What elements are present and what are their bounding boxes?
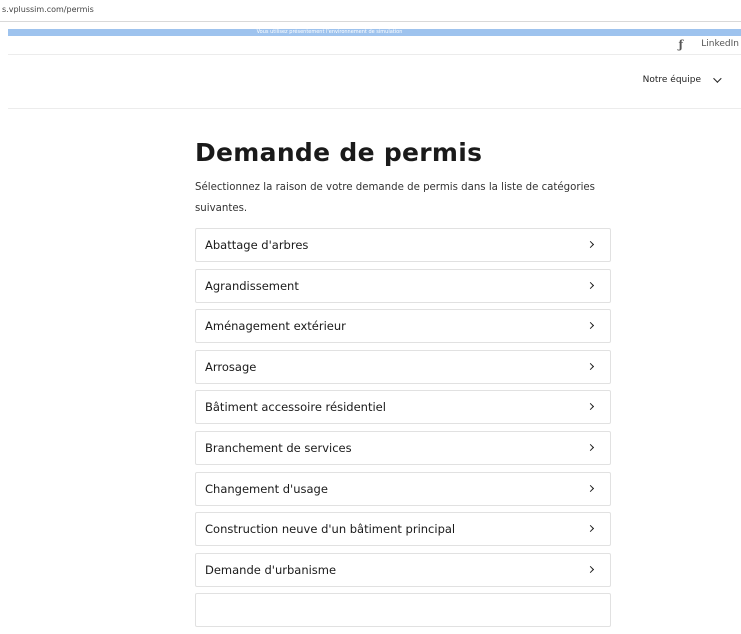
category-item[interactable]: Aménagement extérieur: [195, 309, 611, 344]
category-item[interactable]: Bâtiment accessoire résidentiel: [195, 390, 611, 425]
chevron-right-icon: [586, 565, 595, 573]
category-label: Bâtiment accessoire résidentiel: [205, 400, 386, 415]
header-divider: [8, 54, 741, 55]
chevron-right-icon: [586, 403, 595, 411]
category-label: Construction neuve d'un bâtiment princip…: [205, 522, 456, 537]
intro-text: Sélectionnez la raison de votre demande …: [195, 182, 595, 214]
category-item[interactable]: Abattage d'arbres: [195, 228, 611, 262]
browser-url-bar[interactable]: s.vplussim.com/permis: [0, 0, 741, 22]
chevron-right-icon: [586, 362, 595, 370]
nav-divider: [8, 108, 741, 109]
chevron-right-icon: [586, 281, 595, 289]
facebook-icon[interactable]: ƒ: [679, 38, 684, 51]
chevron-right-icon: [586, 240, 595, 249]
linkedin-link[interactable]: LinkedIn: [701, 39, 739, 49]
category-item[interactable]: Changement d'usage: [195, 471, 611, 506]
main-content: Demande de permis Sélectionnez la raison…: [195, 136, 611, 628]
category-label: Aménagement extérieur: [205, 319, 346, 334]
nav-notre-equipe-label: Notre équipe: [642, 75, 701, 85]
chevron-right-icon: [586, 322, 595, 330]
nav-notre-equipe[interactable]: Notre équipe: [642, 74, 722, 85]
chevron-right-icon: [586, 443, 595, 452]
category-item[interactable]: Agrandissement: [195, 268, 611, 303]
category-item[interactable]: Construction neuve d'un bâtiment princip…: [195, 512, 611, 547]
category-list: Abattage d'arbres Agrandissement Aménage…: [195, 228, 611, 634]
category-label: Changement d'usage: [205, 481, 328, 496]
category-item[interactable]: Arrosage: [195, 349, 611, 384]
category-label: Abattage d'arbres: [205, 238, 309, 252]
simulation-banner-text: Vous utilisez présentement l'environneme…: [256, 29, 403, 35]
category-label: Agrandissement: [205, 278, 299, 293]
category-item[interactable]: Demande d'urbanisme: [195, 552, 611, 587]
simulation-banner: Vous utilisez présentement l'environneme…: [8, 29, 741, 36]
page-title: Demande de permis: [195, 138, 483, 167]
chevron-down-icon: [713, 74, 722, 83]
category-item[interactable]: [195, 593, 611, 628]
category-item[interactable]: Branchement de services: [195, 430, 611, 465]
url-text[interactable]: s.vplussim.com/permis: [2, 5, 94, 14]
social-links: ƒ LinkedIn: [679, 37, 739, 51]
category-label: Branchement de services: [205, 440, 352, 455]
category-label: Arrosage: [205, 359, 257, 374]
category-label: Demande d'urbanisme: [205, 562, 337, 577]
chevron-right-icon: [586, 484, 595, 492]
chevron-right-icon: [586, 525, 595, 533]
